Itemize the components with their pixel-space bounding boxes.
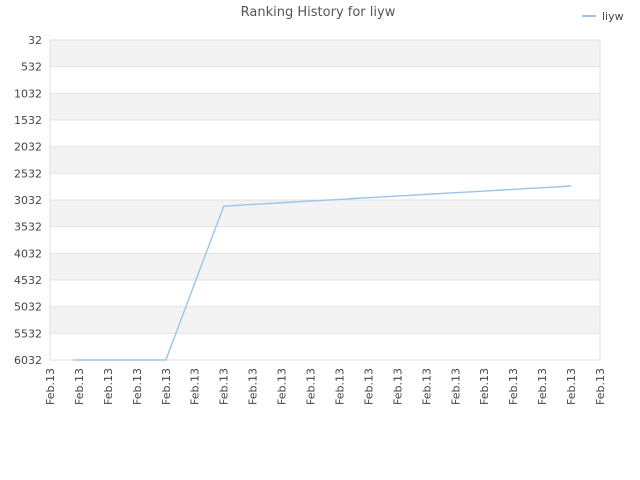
x-tick-label: Feb.13 — [160, 368, 173, 405]
x-axis-ticks: Feb.13 Feb.13 Feb.13 Feb.13 Feb.13 Feb.13 Feb.… — [44, 368, 607, 405]
y-tick-label: 3032 — [14, 194, 42, 207]
y-tick-label: 6032 — [14, 354, 42, 367]
plot-band — [50, 280, 600, 307]
x-tick-label: Feb.13 — [362, 368, 375, 405]
x-tick-label: Feb.13 — [102, 368, 115, 405]
x-tick-label: Feb.13 — [131, 368, 144, 405]
plot-band — [50, 253, 600, 280]
y-tick-label: 4032 — [14, 247, 42, 260]
x-tick-label: Feb.13 — [218, 368, 231, 405]
y-tick-label: 5032 — [14, 301, 42, 314]
plot-band — [50, 93, 600, 120]
plot-band — [50, 40, 600, 67]
x-tick-label: Feb.13 — [73, 368, 86, 405]
plot-band — [50, 146, 600, 174]
y-axis-ticks: 32 532 1032 1532 2032 2532 3032 3532 4032 4532 503… — [14, 34, 42, 367]
x-tick-label: Feb.13 — [247, 368, 260, 405]
y-tick-label: 532 — [21, 61, 42, 74]
plot-band — [50, 333, 600, 360]
x-tick-label: Feb.13 — [594, 368, 607, 405]
legend-label: liyw — [602, 10, 624, 23]
x-tick-label: Feb.13 — [420, 368, 433, 405]
x-tick-label: Feb.13 — [565, 368, 578, 405]
x-tick-label: Feb.13 — [189, 368, 202, 405]
plot-band — [50, 226, 600, 254]
x-tick-label: Feb.13 — [536, 368, 549, 405]
plot-band — [50, 66, 600, 94]
plot-band — [50, 120, 600, 147]
y-tick-label: 4532 — [14, 274, 42, 287]
legend[interactable]: liyw — [582, 10, 624, 23]
y-tick-label: 2532 — [14, 167, 42, 180]
y-tick-label: 2032 — [14, 141, 42, 154]
x-tick-label: Feb.13 — [478, 368, 491, 405]
x-tick-label: Feb.13 — [305, 368, 318, 405]
plot-band — [50, 306, 600, 334]
ranking-chart: 32 532 1032 1532 2032 2532 3032 3532 4032 4532 503… — [14, 5, 624, 405]
y-tick-label: 32 — [28, 34, 42, 47]
x-tick-label: Feb.13 — [333, 368, 346, 405]
y-tick-label: 1032 — [14, 87, 42, 100]
x-tick-label: Feb.13 — [391, 368, 404, 405]
y-tick-label: 3532 — [14, 221, 42, 234]
x-tick-label: Feb.13 — [44, 368, 57, 405]
x-tick-label: Feb.13 — [276, 368, 289, 405]
x-tick-label: Feb.13 — [449, 368, 462, 405]
plot-band — [50, 200, 600, 227]
chart-title: Ranking History for liyw — [241, 5, 396, 20]
x-tick-label: Feb.13 — [507, 368, 520, 405]
plot-band — [50, 173, 600, 200]
y-tick-label: 1532 — [14, 114, 42, 127]
y-tick-label: 5532 — [14, 327, 42, 340]
